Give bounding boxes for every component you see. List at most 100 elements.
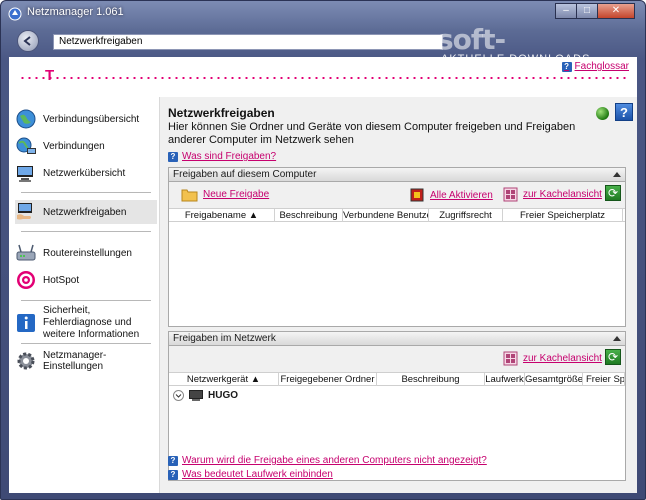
shared-computer-icon [17, 203, 32, 220]
local-shares-title: Freigaben auf diesem Computer [173, 169, 317, 180]
sidebar-item-hotspot[interactable]: HotSpot [15, 268, 157, 292]
sidebar-item-label: Verbindungsübersicht [43, 113, 140, 125]
column-header[interactable]: Verbundene Benutzer [343, 209, 429, 222]
computer-icon [189, 390, 203, 401]
client-area: T ? Fachglossar Verbindungsübersicht Ver… [9, 57, 637, 493]
column-header[interactable]: Freier Spei [583, 373, 625, 386]
page-title: Netzwerkfreigaben [168, 106, 275, 120]
network-shares-table-header: Netzwerkgerät ▲ Freigegebener Ordner Bes… [169, 372, 625, 386]
back-arrow-icon [23, 36, 31, 46]
local-shares-header[interactable]: Freigaben auf diesem Computer [169, 168, 625, 182]
sidebar-item-sicherheit[interactable]: Sicherheit, Fehlerdiagnose und weitere I… [15, 305, 157, 340]
column-header[interactable]: Beschreibung [275, 209, 343, 222]
sidebar-item-verbindungen[interactable]: Verbindungen [15, 134, 157, 158]
glossary-link[interactable]: ? Fachglossar [561, 61, 629, 72]
sidebar-item-label: HotSpot [43, 274, 80, 286]
sidebar-item-label: Routereinstellungen [43, 247, 132, 259]
hotspot-target-icon [17, 271, 35, 289]
new-share-button[interactable]: Neue Freigabe [181, 187, 269, 202]
sidebar-item-label: Sicherheit, Fehlerdiagnose und weitere I… [43, 305, 140, 340]
footer-link-not-shown[interactable]: ? Warum wird die Freigabe eines anderen … [168, 455, 487, 466]
sidebar-item-routereinstellungen[interactable]: Routereinstellungen [15, 241, 157, 265]
collapse-icon[interactable] [613, 336, 621, 341]
minimize-button[interactable]: – [555, 3, 577, 19]
tile-view-icon [503, 187, 518, 202]
column-header[interactable]: Gesamtgröße [525, 373, 583, 386]
help-icon: ? [168, 469, 178, 480]
column-header[interactable]: Freigabename ▲ [169, 209, 275, 222]
folder-icon [181, 189, 198, 202]
tile-view-label: zur Kachelansicht [523, 353, 602, 364]
activate-all-button[interactable]: Alle Aktivieren [409, 187, 493, 203]
local-shares-toolbar: Neue Freigabe Alle Aktivieren zur Kachel… [169, 182, 625, 208]
what-are-shares-label: Was sind Freigaben? [182, 151, 277, 162]
page-description: Hier können Sie Ordner und Geräte von di… [168, 121, 576, 146]
title-bar[interactable]: Netzmanager 1.061 – □ ✕ [1, 1, 645, 25]
sidebar: Verbindungsübersicht Verbindungen Netzwe… [9, 97, 159, 493]
sidebar-divider [21, 192, 151, 193]
local-shares-group: Freigaben auf diesem Computer Neue Freig… [168, 167, 626, 327]
brand-dots [19, 77, 627, 79]
sidebar-divider [21, 300, 151, 301]
gear-icon [17, 352, 35, 370]
address-bar[interactable]: Netzwerkfreigaben [53, 34, 443, 50]
status-indicator [596, 107, 609, 120]
help-icon: ? [168, 455, 178, 466]
app-icon [8, 7, 22, 21]
sidebar-item-netzwerkuebersicht[interactable]: Netzwerkübersicht [15, 161, 157, 185]
network-shares-header[interactable]: Freigaben im Netzwerk [169, 332, 625, 346]
main-panel: Netzwerkfreigaben Hier können Sie Ordner… [159, 97, 637, 493]
chip-icon [410, 188, 424, 202]
info-icon [17, 314, 35, 332]
refresh-icon[interactable]: ⟳ [605, 349, 621, 365]
collapse-icon[interactable] [613, 172, 621, 177]
local-shares-list[interactable] [169, 222, 625, 324]
column-header[interactable]: Zugriffsrecht [429, 209, 503, 222]
computer-icon [17, 166, 33, 182]
device-name: HUGO [208, 390, 238, 401]
column-header[interactable]: Freier Speicherplatz [503, 209, 623, 222]
what-are-shares-link[interactable]: ? Was sind Freigaben? [168, 151, 276, 162]
window-title: Netzmanager 1.061 [27, 6, 124, 18]
app-window: Netzmanager 1.061 – □ ✕ Netzwerkfreigabe… [0, 0, 646, 500]
new-share-label: Neue Freigabe [203, 189, 270, 200]
sidebar-divider [21, 231, 151, 232]
tile-view-icon [503, 351, 518, 366]
sidebar-item-label: Verbindungen [43, 140, 105, 152]
window-controls: – □ ✕ [555, 3, 635, 19]
globe-icon [16, 109, 36, 129]
sidebar-item-verbindungsuebersicht[interactable]: Verbindungsübersicht [15, 107, 157, 131]
expand-icon[interactable] [173, 390, 184, 401]
local-shares-table-header: Freigabename ▲ Beschreibung Verbundene B… [169, 208, 625, 222]
column-header[interactable]: Laufwerk [485, 373, 525, 386]
column-header[interactable]: Freigegebener Ordner [279, 373, 377, 386]
telekom-logo: T [45, 67, 55, 84]
refresh-icon[interactable]: ⟳ [605, 185, 621, 201]
column-header[interactable]: Netzwerkgerät ▲ [169, 373, 279, 386]
help-button[interactable]: ? [615, 103, 633, 121]
tile-view-button[interactable]: zur Kachelansicht [503, 187, 602, 202]
back-button[interactable] [17, 30, 39, 52]
brand-bar: T ? Fachglossar [9, 57, 637, 97]
footer-link-label: Warum wird die Freigabe eines anderen Co… [182, 455, 487, 466]
table-row[interactable]: HUGO [173, 390, 238, 401]
tile-view-button[interactable]: zur Kachelansicht [503, 351, 602, 366]
close-button[interactable]: ✕ [597, 3, 635, 19]
sidebar-item-einstellungen[interactable]: Netzmanager-Einstellungen [15, 349, 157, 373]
sidebar-item-label: Netzwerkübersicht [43, 167, 126, 179]
sidebar-item-netzwerkfreigaben[interactable]: Netzwerkfreigaben [15, 200, 157, 224]
navigation-bar: Netzwerkfreigaben soft-ware.net AKTUELLE… [9, 23, 637, 89]
footer-link-mount-drive[interactable]: ? Was bedeutet Laufwerk einbinden [168, 469, 333, 480]
activate-all-label: Alle Aktivieren [430, 189, 493, 201]
maximize-button[interactable]: □ [576, 3, 598, 19]
help-icon: ? [561, 61, 572, 72]
sidebar-divider [21, 343, 151, 344]
network-globe-icon [16, 137, 36, 154]
column-header[interactable]: Beschreibung [377, 373, 485, 386]
router-icon [16, 244, 36, 261]
network-shares-title: Freigaben im Netzwerk [173, 333, 276, 344]
sidebar-item-label: Netzwerkfreigaben [43, 206, 127, 218]
help-icon: ? [168, 151, 178, 162]
tile-view-label: zur Kachelansicht [523, 189, 602, 200]
sidebar-item-label: Netzmanager-Einstellungen [43, 350, 107, 372]
